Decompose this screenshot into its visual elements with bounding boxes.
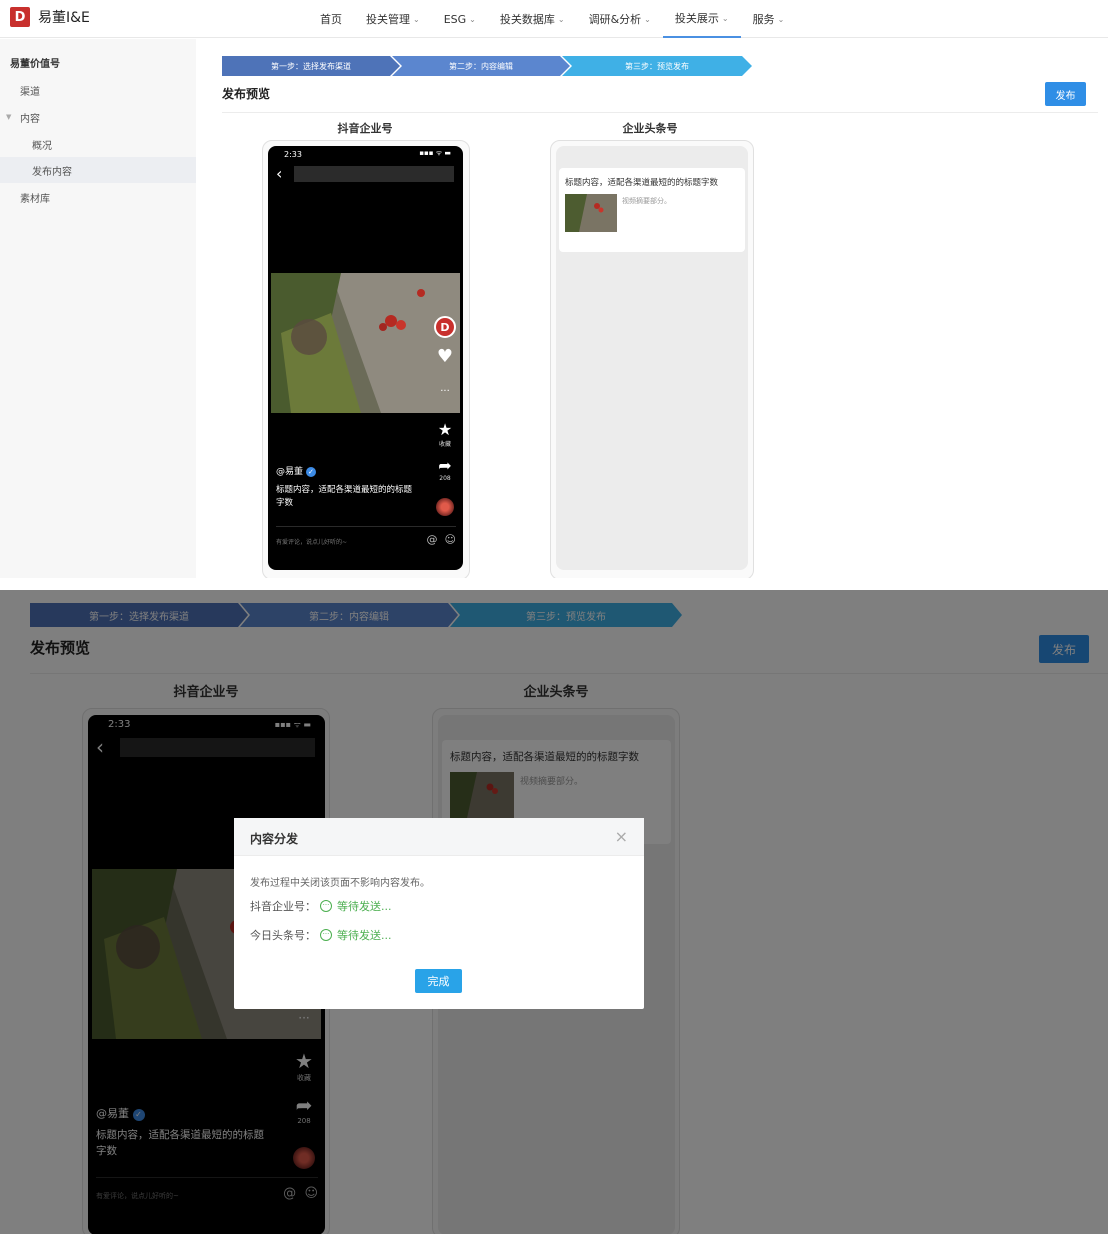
channel-name: 今日头条号： xyxy=(250,929,316,942)
sidebar-item-content[interactable]: ▼ 内容 xyxy=(0,104,196,130)
share-icon-group[interactable]: ➦ 208 xyxy=(434,456,456,482)
publish-preview-screen: D 易董I&E 首页 投关管理 ⌄ ESG ⌄ 投关数据库 ⌄ 调研&分析 ⌄ 投关展示 ⌄ 服务 ⌄ … xyxy=(0,0,1108,578)
article-thumbnail xyxy=(565,194,617,232)
chevron-down-icon: ⌄ xyxy=(777,14,785,24)
nav-item-label: 投关管理 xyxy=(366,13,410,26)
emoji-icon[interactable]: ☺ xyxy=(445,533,456,546)
status-text: 等待发送... xyxy=(337,900,392,913)
close-icon[interactable]: × xyxy=(615,827,628,846)
article-summary: 视频摘要部分。 xyxy=(622,197,671,205)
article-title: 标题内容，适配各渠道最短的的标题字数 xyxy=(565,178,719,188)
nav-menu: 首页 投关管理 ⌄ ESG ⌄ 投关数据库 ⌄ 调研&分析 ⌄ 投关展示 ⌄ 服务 ⌄ xyxy=(308,0,796,38)
chevron-down-icon: ⌄ xyxy=(644,14,651,24)
thumbnail-image xyxy=(565,194,617,232)
collect-label: 收藏 xyxy=(438,441,451,448)
chevron-down-icon: ⌄ xyxy=(469,14,476,24)
dialog-header: 内容分发 × xyxy=(234,818,644,856)
distribution-status-douyin: 抖音企业号： ··· 等待发送... xyxy=(250,898,392,914)
video-title-bar xyxy=(294,166,454,182)
music-disc-icon[interactable] xyxy=(436,498,454,516)
nav-item[interactable]: 首页 xyxy=(308,0,354,38)
nav-item-label: 投关数据库 xyxy=(499,13,555,26)
step-1: 第一步：选择发布渠道 xyxy=(222,56,400,76)
nav-item[interactable]: 调研&分析 ⌄ xyxy=(577,0,663,38)
nav-item-label: 服务 xyxy=(752,13,775,26)
comment-placeholder: 有爱评论，说点儿好听的~ xyxy=(276,539,348,546)
verified-icon: ✓ xyxy=(305,467,316,477)
sidebar-item-label: 概况 xyxy=(32,140,52,152)
step-indicator: 第一步：选择发布渠道 第二步：内容编辑 第三步：预览发布 xyxy=(222,56,752,76)
page-title: 发布预览 xyxy=(222,87,271,101)
channel-name: 抖音企业号： xyxy=(250,900,316,913)
author-name[interactable]: @易董 ✓ xyxy=(276,464,316,477)
nav-item-label: 调研&分析 xyxy=(588,13,642,26)
comment-icon[interactable]: ··· xyxy=(434,386,456,397)
nav-item-label: 首页 xyxy=(320,13,342,26)
nav-item[interactable]: 投关管理 ⌄ xyxy=(354,0,432,38)
nav-item[interactable]: 服务 ⌄ xyxy=(741,0,797,38)
video-caption: 标题内容，适配各渠道最短的的标题字数 xyxy=(276,485,413,508)
distribution-status-toutiao: 今日头条号： ··· 等待发送... xyxy=(250,927,392,943)
back-icon[interactable]: ‹ xyxy=(276,164,282,183)
toutiao-article-card[interactable]: 标题内容，适配各渠道最短的的标题字数 视频摘要部分。 xyxy=(559,168,745,252)
status-time: 2:33 xyxy=(284,150,302,159)
nav-item[interactable]: 投关展示 ⌄ xyxy=(662,0,741,38)
sidebar-item-channel[interactable]: 渠道 xyxy=(0,77,196,103)
step-3: 第三步：预览发布 xyxy=(562,56,752,76)
author-handle: @易董 xyxy=(276,467,304,477)
nav-item-label: 投关展示 xyxy=(674,12,719,25)
status-bar-icons: ▪▪▪ ᯤ ▬ xyxy=(419,149,451,157)
nav-item-label: ESG xyxy=(443,12,467,26)
share-count: 208 xyxy=(439,475,451,482)
logo-mark-icon: D xyxy=(10,7,30,27)
caret-down-icon: ▼ xyxy=(6,113,12,121)
video-thumbnail xyxy=(271,273,460,413)
author-avatar[interactable]: D xyxy=(434,316,456,338)
channel-label-douyin: 抖音企业号 xyxy=(337,122,393,135)
pending-icon: ··· xyxy=(320,929,332,941)
sidebar-item-label: 发布内容 xyxy=(32,166,72,178)
divider xyxy=(222,112,1098,113)
app-name: 易董I&E xyxy=(38,10,90,26)
sidebar-item-material-library[interactable]: 素材库 xyxy=(0,184,196,210)
dialog-title: 内容分发 xyxy=(250,832,299,846)
nav-item[interactable]: 投关数据库 ⌄ xyxy=(488,0,577,38)
video-frame-image xyxy=(271,273,460,413)
top-navigation: D 易董I&E 首页 投关管理 ⌄ ESG ⌄ 投关数据库 ⌄ 调研&分析 ⌄ 投关展示 ⌄ 服务 ⌄ xyxy=(0,0,1108,38)
sidebar-title: 易董价值号 xyxy=(10,59,60,70)
sidebar: 易董价值号 渠道 ▼ 内容 概况 发布内容 素材库 xyxy=(0,39,196,578)
step-2: 第二步：内容编辑 xyxy=(392,56,570,76)
star-icon: ★ xyxy=(437,420,453,439)
chevron-down-icon: ⌄ xyxy=(721,13,729,23)
sidebar-item-publish-content[interactable]: 发布内容 xyxy=(0,157,196,183)
pending-icon: ··· xyxy=(320,900,332,912)
like-heart-icon[interactable]: ♥ xyxy=(434,346,456,367)
chevron-down-icon: ⌄ xyxy=(413,14,420,24)
status-text: 等待发送... xyxy=(337,929,392,942)
content-distribution-dialog: 内容分发 × 发布过程中关闭该页面不影响内容发布。 抖音企业号： ··· 等待发… xyxy=(234,818,644,1009)
collect-star-icon[interactable]: ★ 收藏 xyxy=(434,420,456,448)
done-button[interactable]: 完成 xyxy=(415,969,462,993)
channel-label-toutiao: 企业头条号 xyxy=(622,122,678,135)
sidebar-item-label: 渠道 xyxy=(20,86,40,98)
comment-actions: @ ☺ xyxy=(427,533,456,546)
chevron-down-icon: ⌄ xyxy=(557,14,565,24)
at-icon[interactable]: @ xyxy=(427,533,438,546)
sidebar-item-overview[interactable]: 概况 xyxy=(0,131,196,157)
publish-button[interactable]: 发布 xyxy=(1045,82,1086,106)
share-icon: ➦ xyxy=(438,456,452,475)
toutiao-phone-preview: 标题内容，适配各渠道最短的的标题字数 视频摘要部分。 xyxy=(556,146,748,570)
app-logo[interactable]: D 易董I&E xyxy=(10,7,90,27)
sidebar-item-label: 内容 xyxy=(20,113,40,125)
comment-input[interactable]: 有爱评论，说点儿好听的~ @ ☺ xyxy=(276,526,456,556)
dialog-note: 发布过程中关闭该页面不影响内容发布。 xyxy=(250,878,430,889)
sidebar-item-label: 素材库 xyxy=(20,193,50,205)
douyin-phone-preview: 2:33 ▪▪▪ ᯤ ▬ ‹ D ♥ ··· ★ 收藏 ➦ 208 @易董 ✓ … xyxy=(268,146,463,570)
publish-dialog-screen: 第一步：选择发布渠道 第二步：内容编辑 第三步：预览发布 发布预览 发布 抖音企… xyxy=(0,590,1108,1234)
nav-item[interactable]: ESG ⌄ xyxy=(432,0,488,38)
